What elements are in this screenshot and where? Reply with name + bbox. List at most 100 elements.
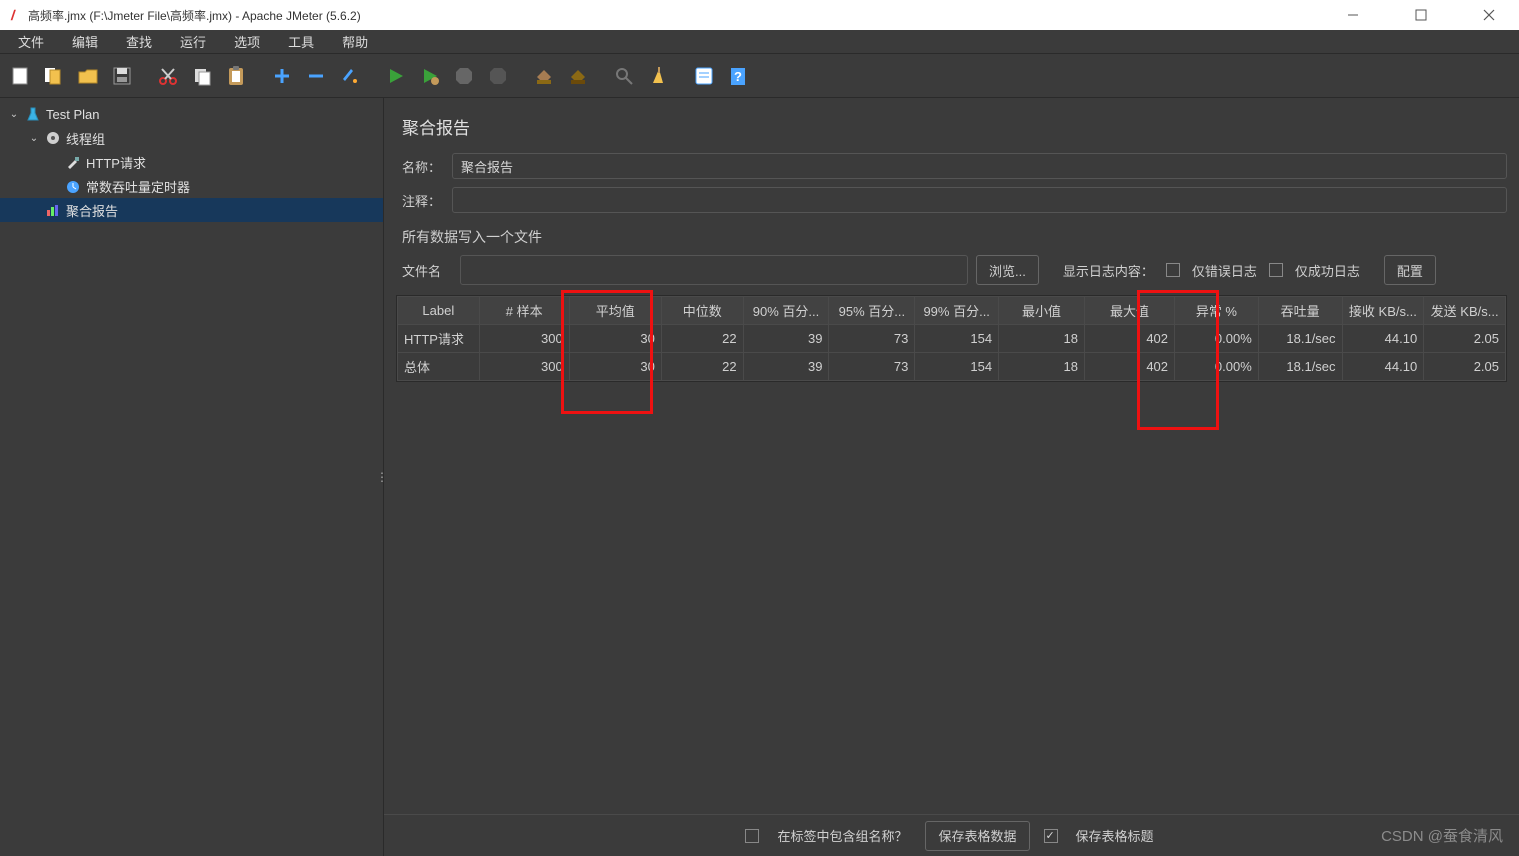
- clear-all-icon[interactable]: [564, 62, 592, 90]
- menu-bar: 文件 编辑 查找 运行 选项 工具 帮助: [0, 30, 1519, 54]
- tree-toggle-icon[interactable]: ⌄: [8, 109, 20, 120]
- configure-button[interactable]: 配置: [1384, 255, 1436, 285]
- toggle-icon[interactable]: [336, 62, 364, 90]
- col-max[interactable]: 最大值: [1084, 297, 1174, 325]
- clear-icon[interactable]: [530, 62, 558, 90]
- include-group-checkbox[interactable]: [745, 829, 759, 843]
- window-maximize-button[interactable]: [1399, 3, 1443, 27]
- col-min[interactable]: 最小值: [999, 297, 1085, 325]
- col-throughput[interactable]: 吞吐量: [1258, 297, 1342, 325]
- cell-recv: 44.10: [1342, 353, 1424, 381]
- cell-recv: 44.10: [1342, 325, 1424, 353]
- tree-toggle-icon[interactable]: ⌄: [28, 133, 40, 144]
- tree-label: HTTP请求: [86, 153, 146, 172]
- cut-icon[interactable]: [154, 62, 182, 90]
- menu-options[interactable]: 选项: [220, 30, 274, 53]
- errors-only-checkbox[interactable]: [1166, 263, 1180, 277]
- cell-samples: 300: [479, 325, 569, 353]
- cell-avg: 30: [569, 353, 661, 381]
- menu-help[interactable]: 帮助: [328, 30, 382, 53]
- filename-input[interactable]: [460, 255, 968, 285]
- col-recv-kb[interactable]: 接收 KB/s...: [1342, 297, 1424, 325]
- success-only-checkbox[interactable]: [1269, 263, 1283, 277]
- col-p95[interactable]: 95% 百分...: [829, 297, 915, 325]
- col-average[interactable]: 平均值: [569, 297, 661, 325]
- cell-err: 0.00%: [1175, 353, 1259, 381]
- results-table[interactable]: Label # 样本 平均值 中位数 90% 百分... 95% 百分... 9…: [397, 296, 1506, 381]
- col-p99[interactable]: 99% 百分...: [915, 297, 999, 325]
- timer-icon: [64, 177, 82, 195]
- browse-button[interactable]: 浏览...: [976, 255, 1039, 285]
- col-median[interactable]: 中位数: [661, 297, 743, 325]
- function-helper-icon[interactable]: [690, 62, 718, 90]
- name-input[interactable]: [452, 153, 1507, 179]
- cell-tps: 18.1/sec: [1258, 353, 1342, 381]
- col-label[interactable]: Label: [398, 297, 480, 325]
- tree-item-test-plan[interactable]: ⌄ Test Plan: [0, 102, 383, 126]
- toolbar: ?: [0, 54, 1519, 98]
- cell-label: 总体: [398, 353, 480, 381]
- col-sent-kb[interactable]: 发送 KB/s...: [1424, 297, 1506, 325]
- reset-search-icon[interactable]: [644, 62, 672, 90]
- col-error[interactable]: 异常 %: [1175, 297, 1259, 325]
- window-close-button[interactable]: [1467, 3, 1511, 27]
- collapse-icon[interactable]: [302, 62, 330, 90]
- window-minimize-button[interactable]: [1331, 3, 1375, 27]
- menu-run[interactable]: 运行: [166, 30, 220, 53]
- new-icon[interactable]: [6, 62, 34, 90]
- tree-label: Test Plan: [46, 107, 99, 122]
- cell-median: 22: [661, 353, 743, 381]
- stop-icon[interactable]: [450, 62, 478, 90]
- window-titlebar: 高频率.jmx (F:\Jmeter File\高频率.jmx) - Apach…: [0, 0, 1519, 30]
- jmeter-app-icon: [8, 8, 22, 22]
- table-row[interactable]: 总体 300 30 22 39 73 154 18 402 0.00% 18.1…: [398, 353, 1506, 381]
- aggregate-report-panel: ⋮ 聚合报告 名称： 注释： 所有数据写入一个文件 文件名 浏览... 显示日志…: [384, 98, 1519, 856]
- save-icon[interactable]: [108, 62, 136, 90]
- cell-min: 18: [999, 325, 1085, 353]
- splitter-handle[interactable]: ⋮: [376, 470, 388, 484]
- help-icon[interactable]: ?: [724, 62, 752, 90]
- search-icon[interactable]: [610, 62, 638, 90]
- cell-p99: 154: [915, 325, 999, 353]
- panel-footer: 在标签中包含组名称？ 保存表格数据 保存表格标题: [384, 814, 1519, 856]
- test-plan-tree[interactable]: ⌄ Test Plan ⌄ 线程组 HTTP请求 常数吞吐量定时器 聚合报告: [0, 98, 384, 856]
- tree-item-http-request[interactable]: HTTP请求: [0, 150, 383, 174]
- include-group-label: 在标签中包含组名称？: [773, 826, 911, 845]
- paste-icon[interactable]: [222, 62, 250, 90]
- tree-item-aggregate-report[interactable]: 聚合报告: [0, 198, 383, 222]
- filename-label: 文件名: [402, 261, 452, 280]
- svg-text:?: ?: [734, 69, 742, 84]
- menu-edit[interactable]: 编辑: [58, 30, 112, 53]
- cell-p95: 73: [829, 353, 915, 381]
- errors-only-label: 仅错误日志: [1188, 261, 1261, 280]
- templates-icon[interactable]: [40, 62, 68, 90]
- table-row[interactable]: HTTP请求 300 30 22 39 73 154 18 402 0.00% …: [398, 325, 1506, 353]
- menu-tools[interactable]: 工具: [274, 30, 328, 53]
- copy-icon[interactable]: [188, 62, 216, 90]
- tree-item-constant-throughput-timer[interactable]: 常数吞吐量定时器: [0, 174, 383, 198]
- start-no-timers-icon[interactable]: [416, 62, 444, 90]
- results-table-wrap: Label # 样本 平均值 中位数 90% 百分... 95% 百分... 9…: [396, 295, 1507, 382]
- open-icon[interactable]: [74, 62, 102, 90]
- cell-sent: 2.05: [1424, 353, 1506, 381]
- cell-avg: 30: [569, 325, 661, 353]
- table-header-row[interactable]: Label # 样本 平均值 中位数 90% 百分... 95% 百分... 9…: [398, 297, 1506, 325]
- shutdown-icon[interactable]: [484, 62, 512, 90]
- expand-icon[interactable]: [268, 62, 296, 90]
- menu-search[interactable]: 查找: [112, 30, 166, 53]
- menu-file[interactable]: 文件: [4, 30, 58, 53]
- comment-input[interactable]: [452, 187, 1507, 213]
- cell-p90: 39: [743, 353, 829, 381]
- cell-p95: 73: [829, 325, 915, 353]
- col-samples[interactable]: # 样本: [479, 297, 569, 325]
- col-p90[interactable]: 90% 百分...: [743, 297, 829, 325]
- write-all-label: 所有数据写入一个文件: [402, 227, 1507, 247]
- cell-median: 22: [661, 325, 743, 353]
- save-header-checkbox[interactable]: [1044, 829, 1058, 843]
- start-icon[interactable]: [382, 62, 410, 90]
- cell-samples: 300: [479, 353, 569, 381]
- window-title: 高频率.jmx (F:\Jmeter File\高频率.jmx) - Apach…: [28, 7, 361, 24]
- cell-p90: 39: [743, 325, 829, 353]
- save-table-data-button[interactable]: 保存表格数据: [925, 821, 1029, 851]
- tree-item-thread-group[interactable]: ⌄ 线程组: [0, 126, 383, 150]
